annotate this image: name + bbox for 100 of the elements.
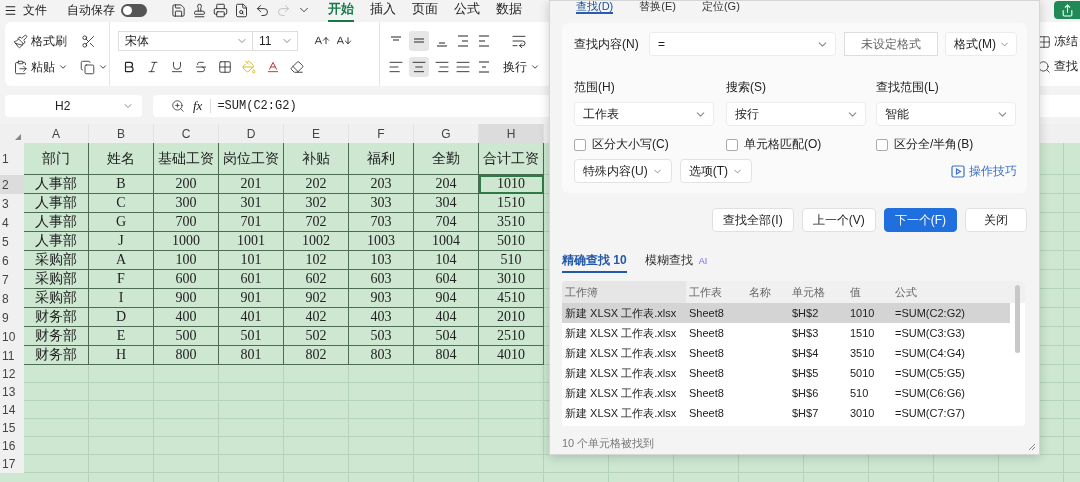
row-header[interactable]: 15 — [0, 419, 24, 437]
caret-icon[interactable] — [98, 62, 108, 72]
tips-link[interactable]: 操作技巧 — [951, 162, 1017, 180]
dialog-button[interactable]: 下一个(F) — [883, 208, 957, 232]
caret-icon[interactable] — [530, 62, 540, 72]
ribbon-tab[interactable]: 数据 — [496, 0, 522, 22]
fx-label[interactable]: fx — [193, 98, 203, 114]
paintbrush-icon[interactable] — [13, 33, 28, 49]
dialog-tab[interactable]: 定位(G) — [701, 1, 740, 14]
indent-increase-icon[interactable] — [476, 33, 492, 49]
row-header[interactable]: 12 — [0, 365, 24, 383]
row-header[interactable]: 11 — [0, 346, 24, 365]
row-header[interactable]: 9 — [0, 308, 24, 327]
undo-icon[interactable] — [255, 2, 270, 18]
table-cell: 采购部 — [24, 251, 89, 270]
row-header[interactable]: 3 — [0, 194, 24, 213]
italic-icon[interactable] — [146, 60, 160, 74]
column-header[interactable]: 工作簿 — [562, 281, 686, 303]
format-painter-button[interactable]: 格式刷 — [13, 32, 67, 50]
printer-icon[interactable] — [213, 2, 228, 18]
dialog-button[interactable]: 上一个(V) — [801, 208, 876, 232]
find-field[interactable]: = — [649, 32, 836, 56]
ribbon-tab[interactable]: 页面 — [412, 0, 438, 22]
clipboard-icon[interactable] — [13, 59, 28, 75]
align-left-icon[interactable] — [388, 59, 404, 75]
column-header[interactable]: 单元格 — [789, 281, 847, 303]
share-button[interactable] — [1054, 1, 1080, 19]
checkbox[interactable] — [726, 138, 738, 151]
row-header[interactable]: 10 — [0, 327, 24, 346]
stamp-icon[interactable] — [192, 2, 207, 18]
option-select[interactable]: 按行 — [726, 102, 866, 126]
dialog-button[interactable]: 关闭 — [965, 208, 1027, 232]
paste-button[interactable]: 粘贴 — [13, 58, 68, 76]
row-header[interactable]: 6 — [0, 251, 24, 270]
checkbox[interactable] — [876, 138, 888, 151]
copy-icon[interactable] — [80, 59, 95, 75]
freeze-button[interactable]: 冻结 — [1037, 33, 1078, 50]
select-all-icon[interactable] — [15, 134, 21, 140]
grid-icon[interactable] — [1037, 34, 1051, 49]
row-header[interactable]: 14 — [0, 401, 24, 419]
search-icon[interactable] — [1037, 59, 1051, 74]
print-preview-icon[interactable] — [234, 2, 249, 18]
font-name-select[interactable]: 宋体 — [118, 31, 253, 51]
wrap-button[interactable]: 换行 — [503, 58, 540, 76]
align-center-icon[interactable] — [411, 59, 427, 75]
find-button[interactable]: 查找 — [1037, 58, 1078, 75]
align-right-icon[interactable] — [434, 59, 450, 75]
file-menu[interactable]: 文件 — [23, 1, 47, 19]
scissors-icon[interactable] — [81, 33, 96, 49]
row-header[interactable]: 2 — [0, 175, 24, 194]
column-header[interactable]: 值 — [847, 281, 892, 303]
column-header[interactable]: 公式 — [892, 281, 997, 303]
play-icon[interactable] — [951, 164, 965, 178]
font-size-select[interactable]: 11 — [252, 31, 298, 51]
copy-button[interactable] — [80, 59, 108, 75]
row-header[interactable]: 1 — [0, 143, 24, 175]
options-button[interactable]: 选项(T) — [679, 159, 752, 183]
bold-icon[interactable] — [122, 60, 136, 74]
column-header[interactable]: 名称 — [746, 281, 789, 303]
row-header[interactable]: 7 — [0, 270, 24, 289]
result-tab[interactable]: 模糊查找 AI — [644, 252, 708, 273]
dialog-tab[interactable]: 查找(D) — [576, 1, 614, 14]
cell-name-box[interactable]: H2 — [5, 95, 142, 117]
format-button[interactable]: 格式(M) — [945, 32, 1017, 56]
underline-icon[interactable] — [170, 60, 184, 74]
checkbox[interactable] — [574, 138, 586, 151]
option-select[interactable]: 工作表 — [574, 102, 714, 126]
caret-icon[interactable] — [58, 62, 68, 72]
dialog-tab[interactable]: 替换(E) — [639, 1, 676, 14]
ribbon-tab[interactable]: 插入 — [370, 0, 396, 22]
column-header[interactable]: H — [479, 124, 544, 143]
ribbon-tab[interactable]: 公式 — [454, 0, 480, 22]
column-header[interactable]: 工作表 — [686, 281, 746, 303]
eraser-icon[interactable] — [290, 60, 304, 74]
zoom-icon[interactable] — [171, 99, 185, 113]
special-content-button[interactable]: 特殊内容(U) — [574, 159, 672, 183]
row-header[interactable]: 8 — [0, 289, 24, 308]
fill-color-icon[interactable] — [242, 60, 256, 74]
menu-icon[interactable] — [4, 3, 17, 17]
indent-decrease-icon[interactable] — [455, 33, 471, 49]
result-row[interactable]: 新建 XLSX 工作表.xlsx Sheet8 $H$2 1010 =SUM(C2:G2) — [562, 303, 1010, 323]
borders-icon[interactable] — [218, 60, 232, 74]
result-tab[interactable]: 精确查找 10 — [562, 252, 627, 273]
row-header[interactable]: 13 — [0, 383, 24, 401]
scrollbar[interactable] — [1015, 285, 1020, 353]
autosave-toggle[interactable] — [121, 3, 147, 17]
strikethrough-icon[interactable] — [194, 60, 208, 74]
save-icon[interactable] — [171, 2, 186, 18]
share-icon[interactable] — [1060, 3, 1074, 17]
font-color-icon[interactable] — [266, 60, 280, 74]
option-select[interactable]: 智能 — [876, 102, 1016, 126]
row-header[interactable]: 16 — [0, 437, 24, 455]
resize-grip-icon[interactable] — [1028, 443, 1036, 451]
justify-icon[interactable] — [455, 59, 471, 75]
dialog-button[interactable]: 查找全部(I) — [712, 208, 794, 232]
distributed-icon[interactable] — [476, 59, 492, 75]
wrap-text-icon[interactable] — [511, 33, 527, 49]
row-header[interactable]: 4 — [0, 213, 24, 232]
row-header[interactable]: 5 — [0, 232, 24, 251]
row-header[interactable]: 17 — [0, 455, 24, 473]
